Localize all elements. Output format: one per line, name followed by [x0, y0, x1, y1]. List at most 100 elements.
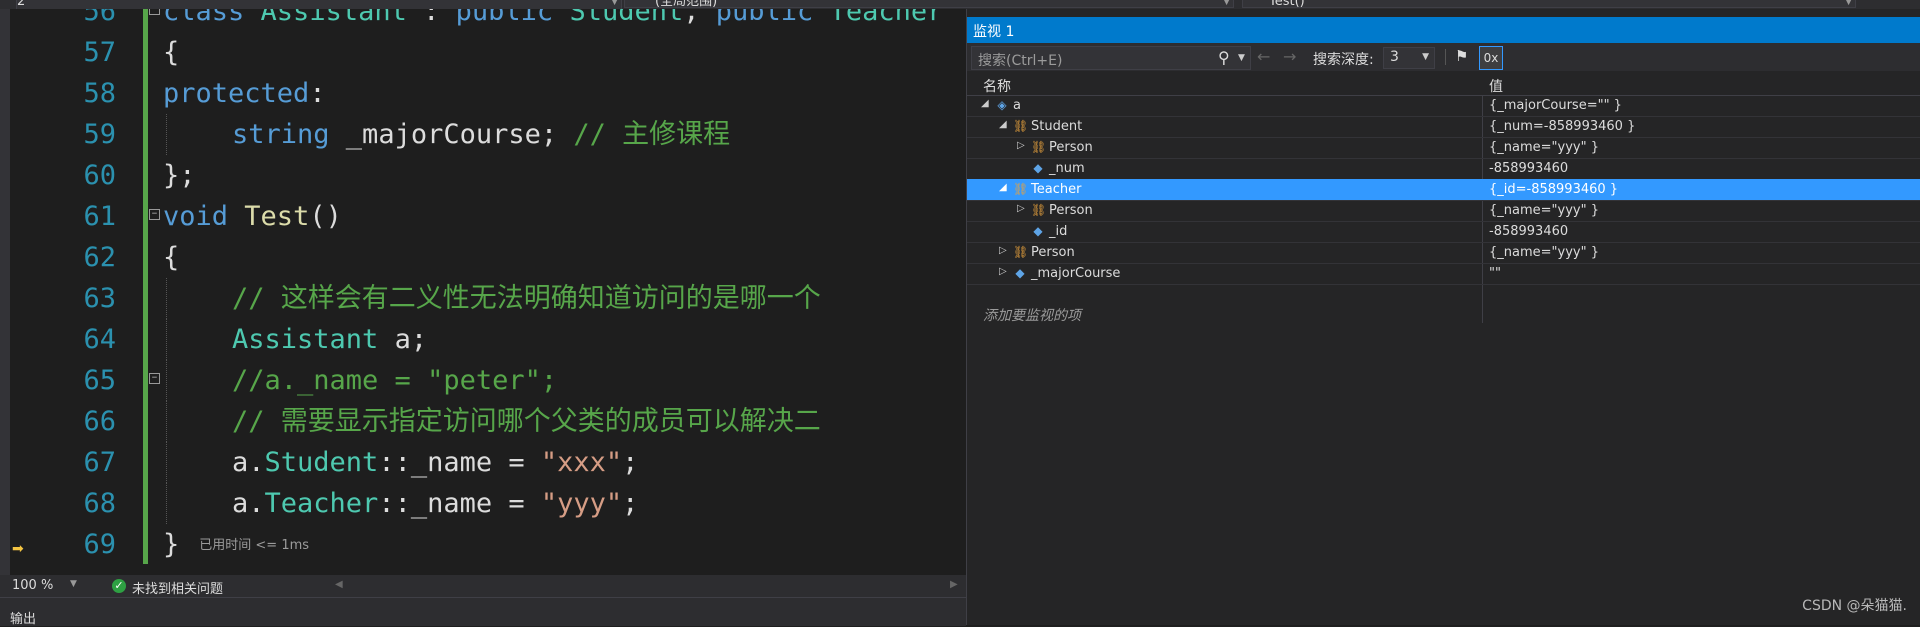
project-combo[interactable]: 2 ▼ [16, 0, 622, 9]
search-depth-label: 搜索深度: [1313, 52, 1374, 68]
line-number: 68 [83, 488, 116, 519]
base-class-icon: ⛓ [1013, 182, 1029, 196]
watch-row[interactable]: ◢ ◈ a {_majorCourse="" } [967, 95, 1920, 117]
expand-triangle-icon[interactable]: ▷ [999, 245, 1007, 256]
watch-item-value[interactable]: {_name="yyy" } [1489, 203, 1599, 218]
add-watch-item[interactable]: 添加要监视的项 [967, 303, 1920, 324]
editor-status-bar: 100 % ▼ ✓ 未找到相关问题 ◀ ▶ [0, 575, 966, 597]
code-line: 56 − class Assistant : public Student, p… [0, 9, 966, 32]
scroll-left-icon[interactable]: ◀ [335, 579, 343, 590]
base-class-icon: ⛓ [1013, 245, 1029, 259]
watch-item-name: Teacher [1031, 182, 1082, 197]
scroll-right-icon[interactable]: ▶ [950, 579, 958, 590]
watch-column-header: 名称 值 [967, 73, 1920, 96]
field-icon: ◆ [1033, 161, 1043, 175]
expand-triangle-icon[interactable]: ▷ [1017, 203, 1025, 214]
line-number: 63 [83, 283, 116, 314]
line-number: 69 [83, 529, 116, 560]
watch-item-value[interactable]: {_id=-858993460 } [1489, 182, 1618, 197]
scope-combo-value: (全局范围) [655, 0, 718, 8]
collapse-triangle-icon[interactable]: ◢ [999, 182, 1007, 193]
output-panel-title[interactable]: 输出 [10, 608, 36, 627]
next-statement-arrow-icon[interactable]: ➡ [12, 541, 24, 557]
watch-title-bar[interactable]: 监视 1 [967, 17, 1920, 43]
code-text: }; [163, 160, 196, 191]
line-number: 67 [83, 447, 116, 478]
code-line: 59 string _majorCourse; // 主修课程 [0, 114, 966, 155]
code-line: 61 − void Test() [0, 196, 966, 237]
indent-guide [166, 278, 167, 319]
watch-row[interactable]: ◆ _num -858993460 [967, 158, 1920, 180]
search-icon[interactable]: ⚲ [1218, 48, 1230, 67]
collapse-icon[interactable]: − [149, 209, 160, 220]
code-text: // 这样会有二义性无法明确知道访问的是哪一个 [232, 283, 821, 314]
member-combo[interactable]: Test() ▼ [1242, 0, 1856, 8]
project-combo-value: 2 [17, 0, 26, 9]
code-line: 63 // 这样会有二义性无法明确知道访问的是哪一个 [0, 278, 966, 319]
code-text: // 需要显示指定访问哪个父类的成员可以解决二 [232, 406, 821, 437]
watch-item-value[interactable]: -858993460 [1489, 161, 1568, 176]
chevron-down-icon[interactable]: ▼ [70, 579, 77, 589]
watch-item-value[interactable]: "" [1489, 266, 1501, 281]
watch-item-value[interactable]: -858993460 [1489, 224, 1568, 239]
watch-item-value[interactable]: {_name="yyy" } [1489, 140, 1599, 155]
watch-row[interactable]: ▷ ⛓ Person {_name="yyy" } [967, 242, 1920, 264]
watch-item-value[interactable]: {_majorCourse="" } [1489, 98, 1622, 113]
watch-row[interactable]: ▷ ⛓ Person {_name="yyy" } [967, 137, 1920, 159]
watch-row[interactable]: ▷ ◆ _majorCourse "" [967, 263, 1920, 285]
collapse-icon[interactable]: − [149, 373, 160, 384]
watch-item-value[interactable]: {_num=-858993460 } [1489, 119, 1635, 134]
collapse-icon[interactable]: − [149, 9, 160, 15]
expand-triangle-icon[interactable]: ▷ [1017, 140, 1025, 151]
code-line: 60 }; [0, 155, 966, 196]
field-icon: ◆ [1033, 224, 1043, 238]
watch-row[interactable]: ◢ ⛓ Teacher {_id=-858993460 } [967, 179, 1920, 201]
code-line: 67 a.Student::_name = "xxx"; [0, 442, 966, 483]
column-header-name[interactable]: 名称 [983, 76, 1011, 96]
chevron-down-icon: ▼ [611, 0, 618, 7]
watch-search-input[interactable]: 搜索(Ctrl+E) ⚲ ▼ [971, 46, 1251, 70]
watch-item-name: Person [1049, 140, 1093, 155]
chevron-down-icon[interactable]: ▼ [1238, 53, 1245, 63]
search-placeholder: 搜索(Ctrl+E) [978, 53, 1063, 69]
line-number: 60 [83, 160, 116, 191]
watch-item-name: _id [1049, 224, 1068, 239]
code-text: } 已用时间 <= 1ms [163, 529, 310, 560]
collapse-triangle-icon[interactable]: ◢ [981, 98, 989, 109]
code-line: 65 − //a._name = "peter"; [0, 360, 966, 401]
code-text: string _majorCourse; // 主修课程 [232, 119, 731, 150]
watch-row[interactable]: ◢ ⛓ Student {_num=-858993460 } [967, 116, 1920, 138]
arrow-right-icon[interactable]: → [1283, 47, 1296, 66]
add-watch-placeholder: 添加要监视的项 [983, 308, 1081, 324]
line-number: 61 [83, 201, 116, 232]
line-number: 65 [83, 365, 116, 396]
indent-guide [166, 319, 167, 360]
watch-item-value[interactable]: {_name="yyy" } [1489, 245, 1599, 260]
hex-display-icon[interactable]: 0x [1479, 46, 1503, 70]
watch-row[interactable]: ◆ _id -858993460 [967, 221, 1920, 243]
member-combo-value: Test() [1269, 0, 1305, 8]
base-class-icon: ⛓ [1013, 119, 1029, 133]
issues-status[interactable]: 未找到相关问题 [132, 578, 223, 597]
chevron-down-icon: ▼ [1422, 52, 1429, 62]
split-button[interactable] [1908, 0, 1920, 9]
pin-filter-icon[interactable]: ⚑ [1455, 47, 1468, 65]
code-editor[interactable]: 56 − class Assistant : public Student, p… [0, 9, 966, 575]
code-text: void Test() [163, 201, 342, 232]
watch-row[interactable]: ▷ ⛓ Person {_name="yyy" } [967, 200, 1920, 222]
expand-triangle-icon[interactable]: ▷ [999, 266, 1007, 277]
scope-combo[interactable]: (全局范围) ▼ [624, 0, 1234, 8]
collapse-triangle-icon[interactable]: ◢ [999, 119, 1007, 130]
column-header-value[interactable]: 值 [1489, 76, 1503, 96]
watch-item-name: Student [1031, 119, 1083, 134]
search-depth-select[interactable]: 3 ▼ [1383, 47, 1435, 69]
watch-item-name: _num [1049, 161, 1085, 176]
zoom-level[interactable]: 100 % [12, 578, 53, 593]
indent-guide [166, 114, 167, 155]
indent-guide [166, 442, 167, 483]
arrow-left-icon[interactable]: ← [1257, 47, 1270, 66]
line-number: 56 [83, 9, 116, 27]
line-number: 62 [83, 242, 116, 273]
search-depth-value: 3 [1390, 49, 1399, 65]
watch-toolbar: 搜索(Ctrl+E) ⚲ ▼ ← → 搜索深度: 3 ▼ ⚑ 0x [967, 43, 1920, 71]
